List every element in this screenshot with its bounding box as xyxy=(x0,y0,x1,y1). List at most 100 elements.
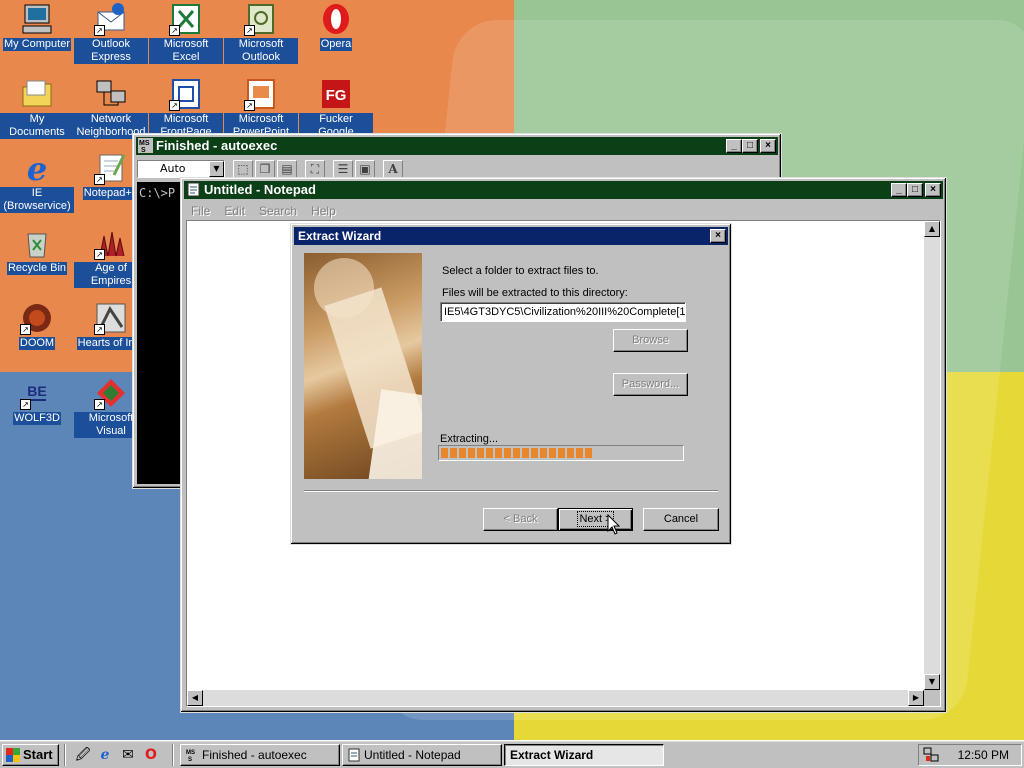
extract-path-field[interactable]: IE5\4GT3DYC5\Civilization%20III%20Comple… xyxy=(440,302,686,322)
task-extract-wizard[interactable]: Extract Wizard xyxy=(504,744,664,766)
icon-label: Microsoft Excel xyxy=(149,38,223,64)
scroll-down-icon[interactable]: ▼ xyxy=(924,674,940,690)
wizard-title: Extract Wizard xyxy=(298,229,382,243)
wizard-banner-image xyxy=(304,253,422,479)
ie-icon[interactable]: e xyxy=(96,746,114,764)
outlook-icon: ↗ xyxy=(244,2,278,36)
progress-block xyxy=(558,448,565,458)
scroll-left-icon[interactable]: ◀ xyxy=(187,690,203,706)
menu-edit[interactable]: Edit xyxy=(224,202,245,220)
system-tray: 12:50 PM xyxy=(918,744,1022,766)
desktop-icon-doom[interactable]: ↗ DOOM xyxy=(0,301,74,353)
show-desktop-icon[interactable]: 🖉 xyxy=(74,746,92,764)
svg-text:MS: MS xyxy=(139,140,150,147)
extract-wizard-dialog[interactable]: Extract Wizard × Select a folder to extr… xyxy=(290,223,732,545)
progress-block xyxy=(531,448,538,458)
password-button[interactable]: Password... xyxy=(613,373,688,396)
ie-icon: e xyxy=(20,150,54,188)
back-button[interactable]: < Back xyxy=(483,508,558,531)
desktop-icon-my-documents[interactable]: My Documents xyxy=(0,77,74,142)
desktop-icon-microsoft-excel[interactable]: ↗ Microsoft Excel xyxy=(149,2,223,67)
maximize-button[interactable]: □ xyxy=(742,139,758,153)
scroll-up-icon[interactable]: ▲ xyxy=(924,221,940,237)
outlook-express-icon[interactable]: ✉ xyxy=(119,746,137,764)
copy-icon[interactable]: ❐ xyxy=(255,159,275,179)
task-label: Untitled - Notepad xyxy=(364,748,461,762)
font-icon[interactable]: A xyxy=(383,159,403,179)
progress-block xyxy=(576,448,583,458)
wizard-separator xyxy=(304,490,718,492)
icon-label: Notepad++ xyxy=(82,187,140,200)
desktop-icon-opera[interactable]: Opera xyxy=(299,2,373,54)
taskbar-divider xyxy=(172,744,174,766)
desktop-icon-ie[interactable]: e IE (Browservice) xyxy=(0,150,74,216)
desktop-icon-my-computer[interactable]: My Computer xyxy=(0,2,74,54)
powerpoint-icon: ↗ xyxy=(244,77,278,111)
icon-label: Opera xyxy=(319,38,353,51)
cancel-button[interactable]: Cancel xyxy=(643,508,719,531)
start-label: Start xyxy=(23,747,53,762)
progress-block xyxy=(495,448,502,458)
notepad-title-bar[interactable]: Untitled - Notepad _ □ × xyxy=(184,181,943,199)
paste-icon[interactable]: ▤ xyxy=(277,159,297,179)
close-button[interactable]: × xyxy=(925,183,941,197)
svg-text:S: S xyxy=(188,757,192,762)
doom-icon: ↗ xyxy=(20,301,54,335)
font-size-select[interactable]: Auto ▼ xyxy=(137,160,225,178)
fullscreen-icon[interactable]: ⛶ xyxy=(305,159,325,179)
tray-network-icon[interactable] xyxy=(923,747,939,763)
svg-text:BE: BE xyxy=(27,383,46,399)
progress-block xyxy=(459,448,466,458)
close-button[interactable]: × xyxy=(760,139,776,153)
properties-icon[interactable]: ☰ xyxy=(333,159,353,179)
outlook-express-icon: ↗ xyxy=(94,2,128,36)
svg-text:S: S xyxy=(141,147,146,153)
fg-icon: FG xyxy=(319,77,353,111)
dos-title-bar[interactable]: MS S Finished - autoexec _ □ × xyxy=(136,137,778,155)
notepad-icon xyxy=(186,182,201,197)
desktop-icon-microsoft-outlook[interactable]: ↗ Microsoft Outlook xyxy=(224,2,298,67)
minimize-button[interactable]: _ xyxy=(726,139,742,153)
icon-label: Recycle Bin xyxy=(6,262,68,275)
browse-button[interactable]: Browse xyxy=(613,329,688,352)
scroll-right-icon[interactable]: ▶ xyxy=(908,690,924,706)
progress-block xyxy=(522,448,529,458)
desktop-icon-recycle-bin[interactable]: Recycle Bin xyxy=(0,226,74,278)
task-label: Extract Wizard xyxy=(510,748,594,762)
menu-search[interactable]: Search xyxy=(259,202,297,220)
start-button[interactable]: Start xyxy=(2,744,59,766)
menu-file[interactable]: File xyxy=(191,202,210,220)
opera-icon[interactable]: O xyxy=(142,746,160,764)
clock[interactable]: 12:50 PM xyxy=(958,745,1009,765)
desktop-icon-outlook-express[interactable]: ↗ Outlook Express xyxy=(74,2,148,67)
dos-screen[interactable]: C:\>P xyxy=(137,182,181,484)
maximize-button[interactable]: □ xyxy=(907,183,923,197)
wizard-title-bar[interactable]: Extract Wizard × xyxy=(294,227,728,245)
folder-icon xyxy=(20,77,54,111)
taskbar: Start 🖉 e ✉ O MS S Finished - autoexec Un… xyxy=(0,740,1024,768)
progress-block xyxy=(504,448,511,458)
minimize-button[interactable]: _ xyxy=(891,183,907,197)
svg-text:FG: FG xyxy=(326,87,347,104)
menu-help[interactable]: Help xyxy=(311,202,336,220)
icon-label: WOLF3D xyxy=(13,412,61,425)
vertical-scrollbar[interactable]: ▲ ▼ xyxy=(924,221,940,690)
task-finished-autoexec[interactable]: MS S Finished - autoexec xyxy=(180,744,340,766)
desktop-icon-wolf3d[interactable]: BE ↗ WOLF3D xyxy=(0,376,74,428)
excel-icon: ↗ xyxy=(169,2,203,36)
ms-dos-icon: MS S xyxy=(185,748,199,763)
horizontal-scrollbar[interactable]: ◀ ▶ xyxy=(187,690,924,706)
task-untitled-notepad[interactable]: Untitled - Notepad xyxy=(342,744,502,766)
chevron-down-icon: ▼ xyxy=(209,161,224,177)
progress-block xyxy=(549,448,556,458)
frontpage-icon: ↗ xyxy=(169,77,203,111)
recycle-bin-icon xyxy=(20,226,54,260)
background-icon[interactable]: ▣ xyxy=(355,159,375,179)
close-button[interactable]: × xyxy=(710,229,726,243)
progress-block xyxy=(468,448,475,458)
next-button[interactable]: Next > xyxy=(558,508,633,531)
mark-icon[interactable]: ⬚ xyxy=(233,159,253,179)
progress-block xyxy=(567,448,574,458)
wizard-instruction: Select a folder to extract files to. xyxy=(442,265,599,277)
icon-label: My Documents xyxy=(0,113,74,139)
